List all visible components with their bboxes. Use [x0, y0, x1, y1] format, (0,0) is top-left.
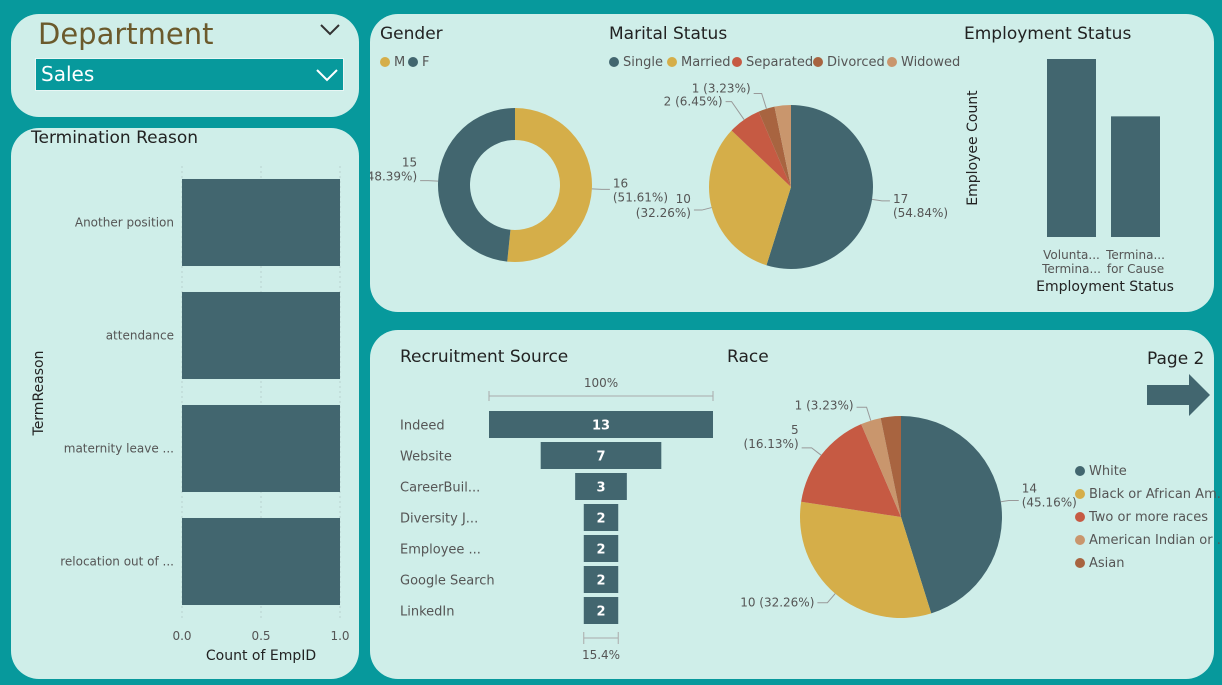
funnel-category-label-1: Website — [400, 450, 452, 465]
gender-data-label-1: (48.39%) — [370, 170, 417, 184]
termination-y-axis-label: TermReason — [31, 351, 47, 437]
termination-category-label-2: maternity leave ... — [64, 442, 174, 456]
dropdown-chevron-icon — [316, 69, 338, 82]
termination-bar-1 — [182, 291, 340, 380]
marital-data-label-3: 1 (3.23%) — [692, 81, 751, 95]
marital-leader-0 — [871, 198, 890, 202]
employment-category-label-0: Termina... — [1041, 262, 1101, 276]
funnel-top-bracket — [488, 391, 714, 401]
termination-reason-chart: 0.0 0.5 1.0 Another position attendance mater… — [31, 166, 350, 664]
employment-category-label-1: Termina... — [1105, 248, 1165, 262]
termination-x-tick-1: 0.5 — [251, 629, 270, 643]
race-data-label-0: 14 — [1022, 481, 1037, 495]
termination-bar-2 — [182, 404, 340, 493]
gender-data-label-0: 16 — [613, 176, 628, 190]
race-leader-2 — [801, 447, 822, 456]
employment-category-label-0: Volunta... — [1043, 248, 1100, 262]
marital-data-label-1: 10 — [676, 192, 691, 206]
termination-reason-panel: Termination Reason 0.0 0.5 1.0 Another posi… — [11, 128, 359, 679]
termination-x-tick-0: 0.0 — [172, 629, 191, 643]
race-data-label-3: 1 (3.23%) — [795, 398, 854, 412]
funnel-value-label-4: 2 — [596, 543, 605, 558]
termination-category-label-0: Another position — [75, 216, 174, 230]
department-dropdown[interactable]: Sales — [35, 58, 344, 91]
funnel-top-percent: 100% — [584, 376, 618, 390]
recruitment-race-charts: 100% 13 Indeed 7 Website 3 CareerBuil... 2 Diver… — [400, 376, 1077, 662]
gender-data-label-0: (51.61%) — [613, 190, 668, 204]
marital-leader-1 — [693, 207, 712, 211]
employment-x-axis-label: Employment Status — [1036, 279, 1174, 295]
funnel-value-label-3: 2 — [596, 512, 605, 527]
employment-bar-0 — [1047, 59, 1096, 237]
demographics-charts: 16(51.61%) 15(48.39%) 17(54.84%) 10(32.26%)… — [370, 59, 1174, 295]
funnel-value-label-2: 3 — [596, 481, 605, 496]
employment-y-axis-label: Employee Count — [965, 90, 981, 206]
employment-category-label-1: for Cause — [1107, 262, 1164, 276]
funnel-category-label-5: Google Search — [400, 574, 495, 589]
demographics-panel: Gender Marital Status Employment Status … — [370, 14, 1214, 312]
marital-leader-2 — [725, 101, 745, 120]
marital-data-label-2: 2 (6.45%) — [664, 95, 723, 109]
gender-leader-1 — [420, 180, 439, 182]
race-leader-1 — [817, 593, 836, 604]
gender-slice-1 — [438, 108, 515, 262]
termination-bar-0 — [182, 178, 340, 267]
funnel-value-label-1: 7 — [596, 450, 605, 465]
race-data-label-2: 5 — [791, 423, 799, 437]
funnel-value-label-6: 2 — [596, 605, 605, 620]
funnel-category-label-3: Diversity J... — [400, 512, 478, 527]
employment-bar-1 — [1111, 116, 1160, 237]
funnel-bottom-percent: 15.4% — [582, 648, 620, 662]
funnel-category-label-6: LinkedIn — [400, 605, 454, 620]
department-selected-value: Sales — [41, 62, 95, 86]
race-data-label-0: (45.16%) — [1022, 495, 1077, 509]
funnel-category-label-0: Indeed — [400, 419, 445, 434]
race-data-label-2: (16.13%) — [744, 437, 799, 451]
termination-bar-3 — [182, 517, 340, 606]
marital-data-label-0: (54.84%) — [893, 206, 948, 220]
marital-data-label-1: (32.26%) — [636, 206, 691, 220]
funnel-value-label-0: 13 — [592, 419, 610, 434]
termination-x-tick-2: 1.0 — [330, 629, 349, 643]
termination-x-axis-label: Count of EmpID — [206, 648, 316, 664]
funnel-bottom-bracket — [583, 632, 619, 644]
race-leader-0 — [1000, 499, 1019, 503]
marital-data-label-0: 17 — [893, 192, 908, 206]
termination-category-label-3: relocation out of ... — [60, 555, 174, 569]
gender-leader-0 — [591, 188, 610, 190]
termination-category-label-1: attendance — [106, 329, 174, 343]
recruitment-race-panel: Recruitment Source Race Page 2 White Blac… — [370, 330, 1222, 679]
marital-leader-3 — [753, 92, 767, 109]
race-data-label-1: 10 (32.26%) — [740, 596, 814, 610]
funnel-category-label-2: CareerBuil... — [400, 481, 480, 496]
funnel-value-label-5: 2 — [596, 574, 605, 589]
chevron-down-icon[interactable] — [319, 23, 341, 37]
department-slicer-panel: Department Sales — [11, 14, 359, 117]
gender-data-label-1: 15 — [402, 156, 417, 170]
race-leader-3 — [856, 406, 872, 421]
department-slicer-title: Department — [38, 17, 214, 51]
funnel-category-label-4: Employee ... — [400, 543, 481, 558]
gender-slice-0 — [507, 108, 593, 262]
